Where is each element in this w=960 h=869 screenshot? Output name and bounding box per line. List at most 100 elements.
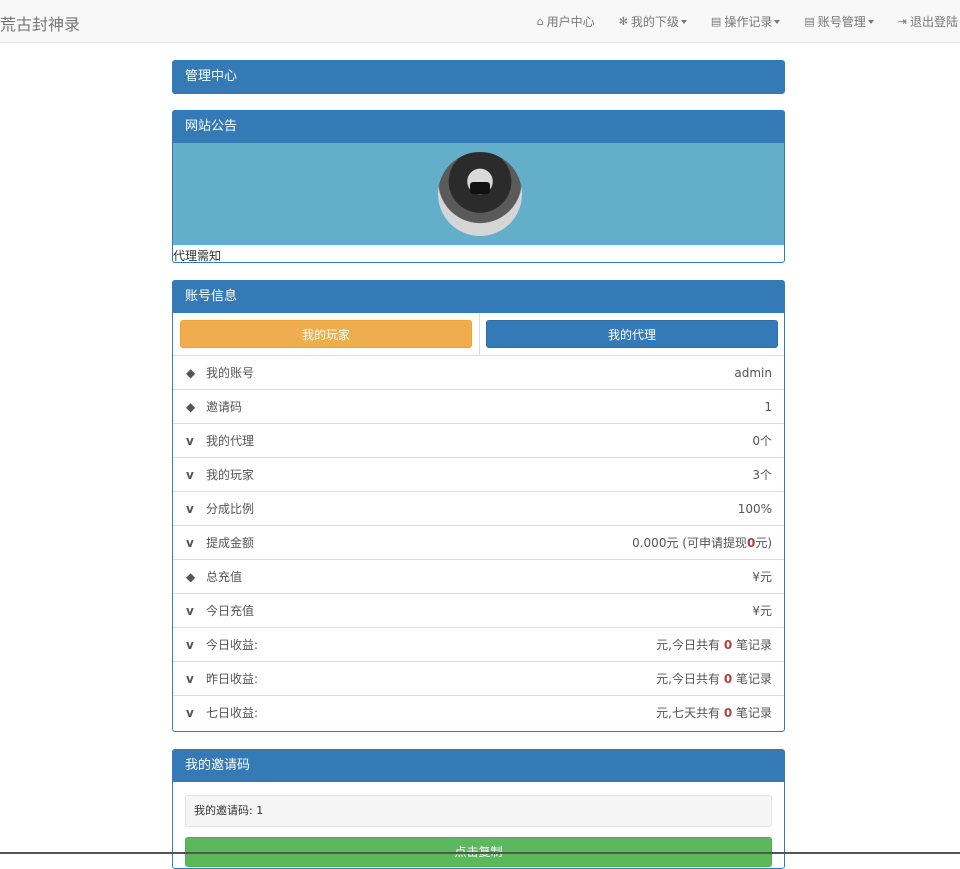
list-item-label-group: v 今日收益: — [186, 628, 258, 662]
list-item-value: 元,今日共有 0 笔记录 — [656, 628, 772, 662]
list-item: ◆ 我的账号 admin — [173, 356, 784, 390]
list-item-label: 分成比例 — [206, 502, 255, 516]
list-item: v 今日收益: 元,今日共有 0 笔记录 — [173, 628, 784, 662]
list-item-value: 0个 — [752, 434, 772, 448]
id-card-icon: ▤ — [804, 15, 815, 28]
logout-icon: ⇥ — [897, 15, 907, 28]
value-suffix: 笔记录 — [732, 672, 772, 686]
list-item: v 七日收益: 元,七天共有 0 笔记录 — [173, 696, 784, 730]
nav-label: 操作记录 — [724, 15, 773, 29]
top-navbar: 荒古封神录 ⌂ 用户中心 ✻ 我的下级 ▤ 操作记录 ▤ 账号管理 ⇥ 退出登陆 — [0, 0, 960, 43]
list-item-label-group: ◆ 我的账号 — [186, 356, 254, 390]
list-item: v 今日充值 ¥元 — [173, 594, 784, 628]
list-item-label-group: ◆ 总充值 — [186, 560, 242, 594]
panel-title: 管理中心 — [173, 61, 784, 93]
divider — [479, 313, 480, 355]
account-button-row: 我的玩家 我的代理 — [173, 313, 784, 356]
my-agents-button[interactable]: 我的代理 — [486, 320, 778, 348]
value-highlight: 0 — [723, 638, 733, 652]
list-item-value: 元,七天共有 0 笔记录 — [656, 696, 772, 730]
list-item-value: 1 — [764, 400, 772, 414]
panel-title: 账号信息 — [173, 281, 784, 313]
panel-title: 我的邀请码 — [173, 750, 784, 782]
vimeo-icon: v — [186, 502, 194, 516]
list-item: v 分成比例 100% — [173, 492, 784, 526]
list-item-value: 0.000元 (可申请提现0元) — [632, 526, 772, 560]
value-prefix: 元,今日共有 — [656, 672, 724, 686]
list-item-label-group: v 昨日收益: — [186, 662, 258, 696]
notice-banner — [173, 143, 784, 245]
vimeo-icon: v — [186, 672, 194, 686]
value-highlight: 0 — [723, 706, 733, 720]
vimeo-icon: v — [186, 638, 194, 652]
list-item-label: 总充值 — [206, 570, 243, 584]
list-item-label-group: v 七日收益: — [186, 696, 258, 730]
site-brand[interactable]: 荒古封神录 — [0, 11, 80, 35]
list-item-label-group: v 今日充值 — [186, 594, 254, 628]
nav-logout[interactable]: ⇥ 退出登陆 — [898, 13, 958, 30]
list-item-label-group: ◆ 邀请码 — [186, 390, 242, 424]
caret-down-icon — [867, 19, 874, 24]
tags-icon: ◆ — [186, 366, 196, 380]
nav-label: 账号管理 — [817, 15, 866, 29]
value-prefix: 元,今日共有 — [656, 638, 724, 652]
admin-center-panel: 管理中心 — [172, 60, 785, 94]
vimeo-icon: v — [186, 706, 194, 720]
my-players-button[interactable]: 我的玩家 — [180, 320, 472, 348]
list-item: v 昨日收益: 元,今日共有 0 笔记录 — [173, 662, 784, 696]
list-item-label-group: v 我的代理 — [186, 424, 254, 458]
list-item-label-group: v 我的玩家 — [186, 458, 254, 492]
gear-icon: ✻ — [618, 15, 628, 28]
nav-my-subordinates[interactable]: ✻ 我的下级 — [619, 13, 687, 30]
avatar — [438, 152, 522, 236]
invite-code-panel: 我的邀请码 我的邀请码: 1 点击复制 — [172, 749, 785, 869]
list-item-value: ¥元 — [752, 570, 772, 584]
list-item-label-group: v 提成金额 — [186, 526, 254, 560]
nav-label: 用户中心 — [546, 15, 595, 29]
list-item-label: 我的账号 — [206, 366, 255, 380]
notice-text: 代理需知 — [173, 249, 222, 263]
tags-icon: ◆ — [186, 400, 196, 414]
vimeo-icon: v — [186, 536, 194, 550]
nav-user-center[interactable]: ⌂ 用户中心 — [537, 13, 595, 30]
id-card-icon: ▤ — [710, 15, 722, 28]
value-suffix: 笔记录 — [732, 638, 772, 652]
caret-down-icon — [680, 19, 687, 24]
panel-title: 网站公告 — [173, 111, 784, 143]
value-prefix: 0.000元 (可申请提现 — [632, 536, 747, 550]
list-item-value: admin — [734, 366, 772, 380]
list-item-label: 昨日收益: — [206, 672, 259, 686]
list-item: v 我的玩家 3个 — [173, 458, 784, 492]
list-item-value: 元,今日共有 0 笔记录 — [656, 662, 772, 696]
list-item-label: 邀请码 — [206, 400, 243, 414]
nav-operation-log[interactable]: ▤ 操作记录 — [710, 13, 781, 30]
list-item: v 我的代理 0个 — [173, 424, 784, 458]
caret-down-icon — [774, 19, 781, 24]
value-prefix: 元,七天共有 — [656, 706, 724, 720]
vimeo-icon: v — [186, 434, 194, 448]
invite-code-display: 我的邀请码: 1 — [185, 795, 772, 827]
account-info-panel: 账号信息 我的玩家 我的代理 ◆ 我的账号 admin ◆ 邀请码 1 v 我的代理 0个 v 我的… — [172, 280, 785, 732]
value-suffix: 元) — [755, 536, 772, 550]
list-item-label: 我的玩家 — [206, 468, 255, 482]
list-item-label-group: v 分成比例 — [186, 492, 254, 526]
list-item-value: 100% — [737, 502, 772, 516]
vimeo-icon: v — [186, 604, 194, 618]
list-item-label: 我的代理 — [206, 434, 255, 448]
list-item-label: 提成金额 — [206, 536, 255, 550]
list-item: v 提成金额 0.000元 (可申请提现0元) — [173, 526, 784, 560]
home-icon: ⌂ — [536, 15, 544, 28]
value-suffix: 笔记录 — [732, 706, 772, 720]
list-item: ◆ 总充值 ¥元 — [173, 560, 784, 594]
list-item-value: ¥元 — [752, 604, 772, 618]
list-item-label: 今日收益: — [206, 638, 259, 652]
nav-label: 我的下级 — [630, 15, 679, 29]
list-item: ◆ 邀请码 1 — [173, 390, 784, 424]
vimeo-icon: v — [186, 468, 194, 482]
value-highlight: 0 — [723, 672, 733, 686]
nav-menu: ⌂ 用户中心 ✻ 我的下级 ▤ 操作记录 ▤ 账号管理 ⇥ 退出登陆 — [537, 0, 960, 43]
tags-icon: ◆ — [186, 570, 196, 584]
list-item-label: 今日充值 — [206, 604, 255, 618]
nav-account-management[interactable]: ▤ 账号管理 — [804, 13, 874, 30]
nav-label: 退出登陆 — [909, 15, 958, 29]
